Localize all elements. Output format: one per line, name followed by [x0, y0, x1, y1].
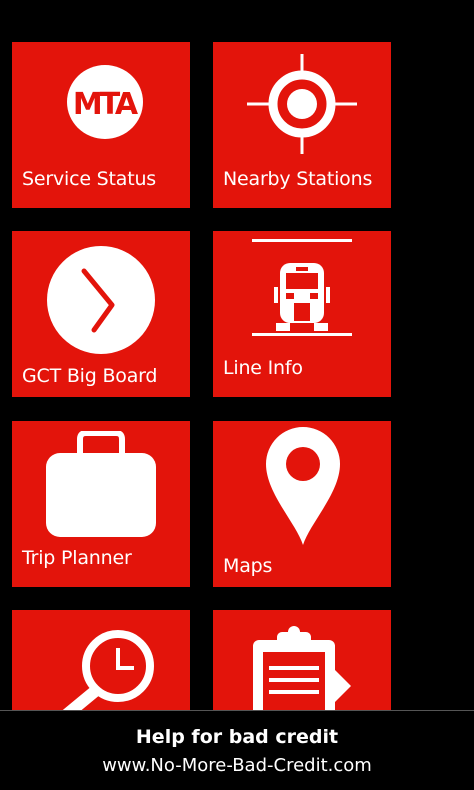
tile-trip-planner[interactable]: Trip Planner: [12, 421, 190, 587]
tile-nearby-stations[interactable]: Nearby Stations: [213, 42, 391, 208]
clock-icon: [47, 246, 155, 354]
svg-text:MTA: MTA: [73, 87, 139, 122]
tile-line-info[interactable]: Line Info: [213, 231, 391, 397]
tile-service-status[interactable]: MTA Service Status: [12, 42, 190, 208]
tile-maps[interactable]: Maps: [213, 421, 391, 587]
tile-label: Line Info: [223, 357, 303, 379]
tile-gct-big-board[interactable]: GCT Big Board: [12, 231, 190, 397]
tile-label: Maps: [223, 555, 273, 577]
train-front-icon: [252, 239, 352, 336]
map-pin-icon: [266, 427, 340, 545]
ad-headline: Help for bad credit: [135, 726, 339, 748]
tile-label: Service Status: [22, 168, 157, 190]
mta-logo-icon: MTA: [67, 65, 143, 139]
crosshair-location-icon: [247, 54, 357, 154]
ad-banner[interactable]: Help for bad credit www.No-More-Bad-Cred…: [0, 710, 474, 790]
ad-url-link[interactable]: www.No-More-Bad-Credit.com: [0, 755, 474, 776]
tile-label: Nearby Stations: [223, 168, 373, 190]
briefcase-icon: [46, 431, 156, 537]
tile-label: GCT Big Board: [22, 365, 158, 387]
tile-label: Trip Planner: [22, 547, 132, 569]
